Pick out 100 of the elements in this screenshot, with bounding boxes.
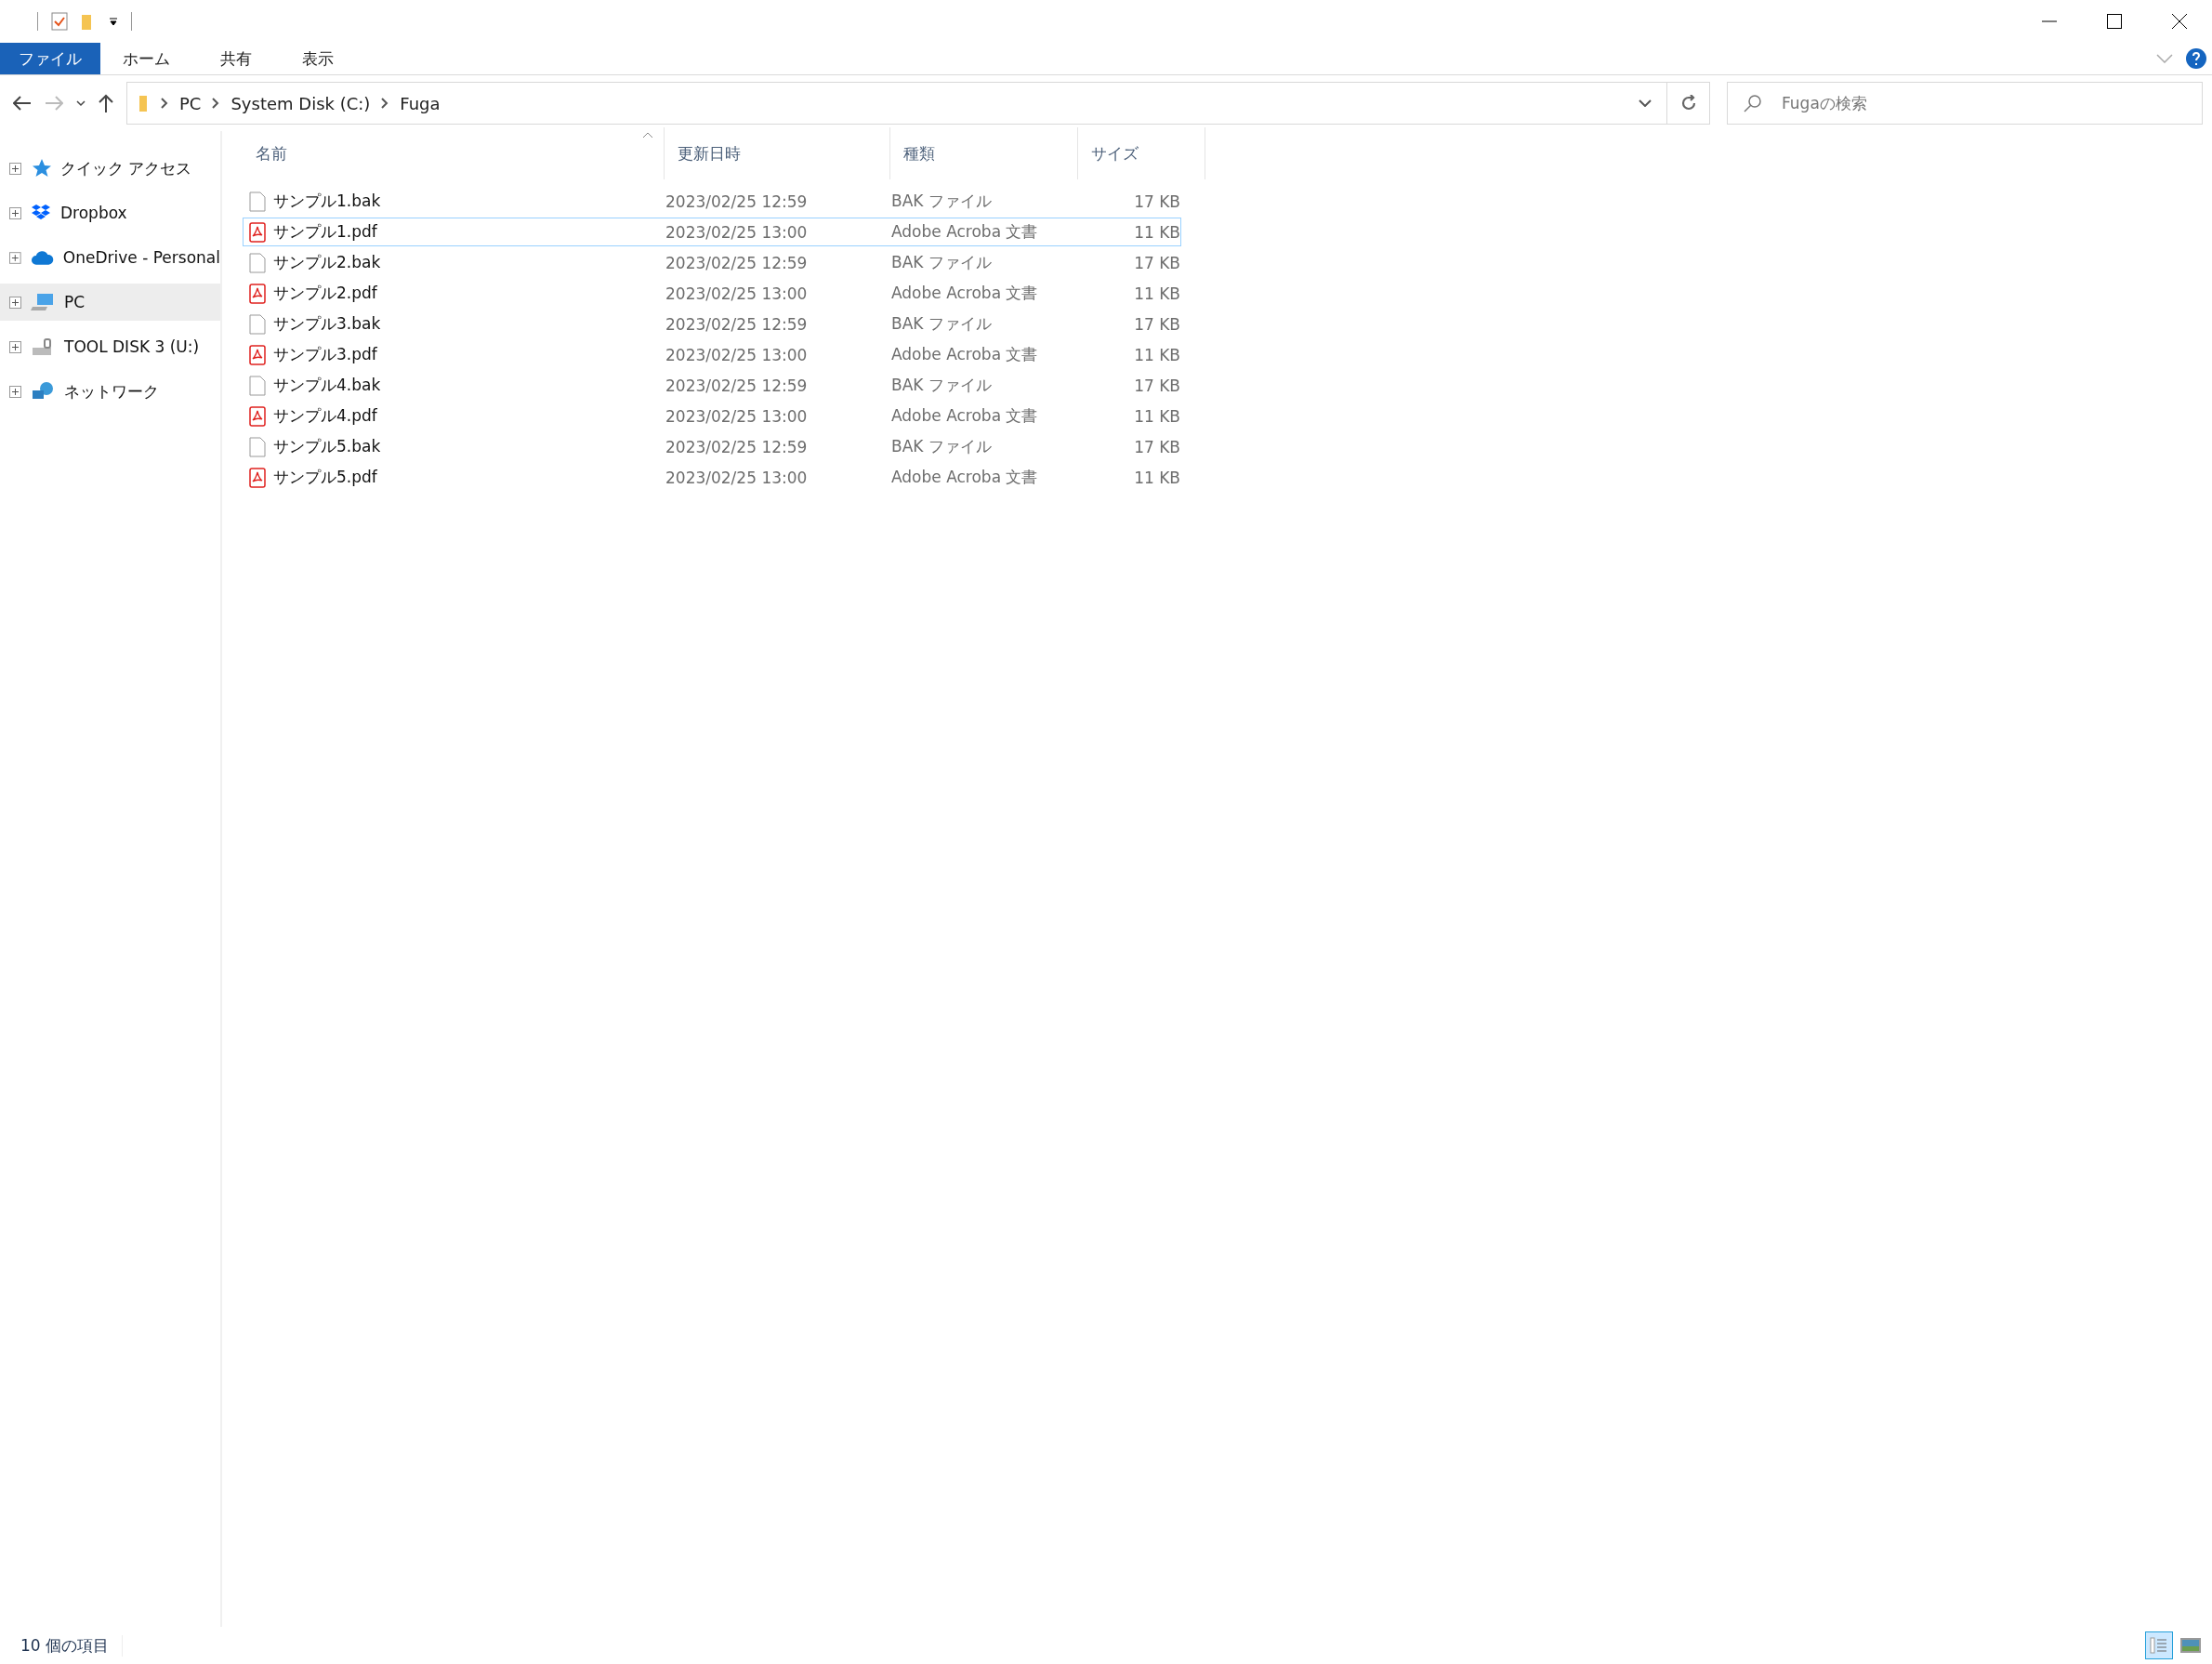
expand-icon[interactable] <box>9 340 21 353</box>
ribbon-tab[interactable]: ホーム <box>104 43 189 74</box>
nav-pane-item[interactable]: クイック アクセス <box>0 150 220 187</box>
file-size: 17 KB <box>1133 191 1180 211</box>
date-modified: 2023/02/25 13:00 <box>665 406 809 426</box>
expand-icon[interactable] <box>9 296 21 309</box>
pdf-file-icon <box>249 467 266 488</box>
back-button[interactable] <box>13 96 32 111</box>
nav-pane-item[interactable]: Dropbox <box>0 194 220 231</box>
file-type: BAK ファイル <box>890 313 993 335</box>
file-name: サンプル3.pdf <box>273 344 378 365</box>
nav-pane-item[interactable]: ネットワーク <box>0 373 220 410</box>
file-icon <box>249 436 266 457</box>
date-modified: 2023/02/25 13:00 <box>665 222 809 242</box>
file-name: サンプル2.pdf <box>273 283 378 304</box>
expand-icon[interactable] <box>9 162 21 175</box>
expand-icon[interactable] <box>9 385 21 398</box>
minimize-icon <box>2042 20 2057 22</box>
file-row[interactable]: サンプル4.bak 2023/02/25 12:59 BAK ファイル 17 KB <box>243 371 1181 400</box>
search-icon <box>1744 94 1762 112</box>
maximize-icon <box>2107 14 2122 29</box>
date-modified: 2023/02/25 12:59 <box>665 314 809 334</box>
breadcrumb-item[interactable]: Fuga <box>400 93 441 113</box>
expand-icon[interactable] <box>9 206 21 219</box>
pdf-file-icon <box>249 405 266 427</box>
file-icon <box>249 191 266 212</box>
chevron-right-icon <box>381 98 389 109</box>
file-size: 17 KB <box>1133 253 1180 272</box>
chevron-right-icon <box>161 98 168 109</box>
file-row[interactable]: サンプル3.bak 2023/02/25 12:59 BAK ファイル 17 KB <box>243 310 1181 338</box>
file-size: 17 KB <box>1133 314 1180 334</box>
file-name: サンプル4.bak <box>273 375 382 396</box>
file-row[interactable]: サンプル5.pdf 2023/02/25 13:00 Adobe Acroba 文書 11 KB <box>243 463 1181 492</box>
details-view-icon <box>2150 1636 2168 1655</box>
file-row[interactable]: サンプル1.pdf 2023/02/25 13:00 Adobe Acroba 文書 11 KB <box>243 218 1181 246</box>
file-row[interactable]: サンプル5.bak 2023/02/25 12:59 BAK ファイル 17 KB <box>243 432 1181 461</box>
file-size: 11 KB <box>1133 284 1180 303</box>
date-modified: 2023/02/25 12:59 <box>665 191 809 211</box>
file-name: サンプル4.pdf <box>273 405 378 427</box>
ribbon-tab[interactable]: 共有 <box>202 43 270 74</box>
file-name: サンプル2.bak <box>273 252 382 273</box>
star-icon <box>31 158 51 178</box>
nav-pane-item[interactable]: PC <box>0 284 220 321</box>
dropdown-icon[interactable] <box>109 17 118 26</box>
recent-locations-button[interactable] <box>76 99 86 107</box>
expand-icon[interactable] <box>9 251 21 264</box>
file-icon <box>249 252 266 273</box>
file-size: 17 KB <box>1133 437 1180 456</box>
file-type: BAK ファイル <box>890 436 993 457</box>
close-icon <box>2171 13 2188 30</box>
nav-pane-item[interactable]: OneDrive - Personal <box>0 239 220 276</box>
file-name: サンプル5.pdf <box>273 467 378 488</box>
file-size: 11 KB <box>1133 406 1180 426</box>
ribbon-tab[interactable]: 表示 <box>283 43 352 74</box>
computer-icon <box>31 292 55 312</box>
network-icon <box>31 381 55 402</box>
large-icons-view-icon <box>2180 1638 2201 1653</box>
date-modified: 2023/02/25 12:59 <box>665 253 809 272</box>
file-type: Adobe Acroba 文書 <box>890 405 1039 427</box>
file-row[interactable]: サンプル1.bak 2023/02/25 12:59 BAK ファイル 17 KB <box>243 187 1181 216</box>
column-header[interactable]: 名前 <box>243 127 665 179</box>
file-size: 11 KB <box>1133 468 1180 487</box>
item-count: 10 個の項目 <box>20 1634 124 1657</box>
chevron-right-icon <box>212 98 220 109</box>
nav-pane-item[interactable]: TOOL DISK 3 (U:) <box>0 328 220 365</box>
up-button[interactable] <box>99 94 113 112</box>
breadcrumb-item[interactable]: PC <box>179 93 202 113</box>
file-type: BAK ファイル <box>890 191 993 212</box>
file-icon <box>249 375 266 396</box>
date-modified: 2023/02/25 12:59 <box>665 376 809 395</box>
sort-caret-icon <box>642 131 653 139</box>
file-size: 11 KB <box>1133 222 1180 242</box>
file-row[interactable]: サンプル2.bak 2023/02/25 12:59 BAK ファイル 17 KB <box>243 248 1181 277</box>
column-header[interactable]: 種類 <box>890 127 1078 179</box>
file-icon <box>249 313 266 335</box>
file-type: Adobe Acroba 文書 <box>890 221 1039 243</box>
date-modified: 2023/02/25 13:00 <box>665 468 809 487</box>
search-field[interactable]: Fugaの検索 <box>1727 82 2203 125</box>
address-bar[interactable]: PC System Disk (C:) Fuga <box>126 82 1710 125</box>
properties-icon[interactable] <box>51 12 68 31</box>
column-header[interactable]: 更新日時 <box>665 127 890 179</box>
file-row[interactable]: サンプル3.pdf 2023/02/25 13:00 Adobe Acroba 文書 11 KB <box>243 340 1181 369</box>
breadcrumb-item[interactable]: System Disk (C:) <box>230 93 371 113</box>
pdf-file-icon <box>249 221 266 243</box>
file-name: サンプル3.bak <box>273 313 382 335</box>
ribbon-tab[interactable]: ファイル <box>0 43 100 74</box>
date-modified: 2023/02/25 13:00 <box>665 284 809 303</box>
view-button[interactable] <box>2145 1631 2173 1659</box>
date-modified: 2023/02/25 12:59 <box>665 437 809 456</box>
folder-icon <box>138 94 150 112</box>
file-row[interactable]: サンプル4.pdf 2023/02/25 13:00 Adobe Acroba 文書 11 KB <box>243 402 1181 430</box>
column-header[interactable]: サイズ <box>1078 127 1205 179</box>
help-icon[interactable] <box>2186 48 2206 69</box>
file-row[interactable]: サンプル2.pdf 2023/02/25 13:00 Adobe Acroba 文書 11 KB <box>243 279 1181 308</box>
date-modified: 2023/02/25 13:00 <box>665 345 809 364</box>
file-type: Adobe Acroba 文書 <box>890 344 1039 365</box>
pdf-file-icon <box>249 283 266 304</box>
cloud-icon <box>30 249 54 266</box>
file-size: 11 KB <box>1133 345 1180 364</box>
file-name: サンプル1.pdf <box>273 221 378 243</box>
